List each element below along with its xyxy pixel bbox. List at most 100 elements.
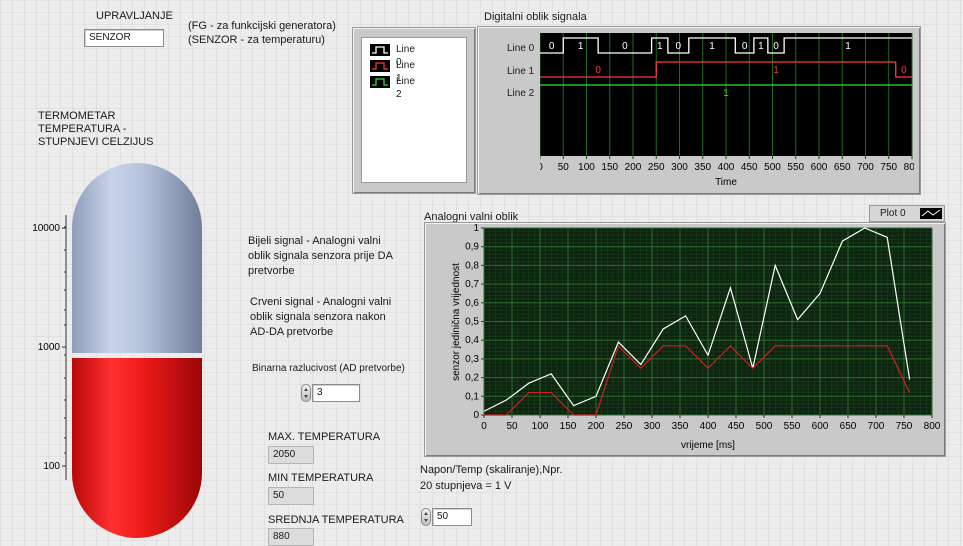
digital-line0-label: Line 0: [507, 43, 535, 54]
digital-legend: Line 0 Line 1 Line 2: [361, 37, 467, 183]
digital-line-0-value: 0: [676, 41, 682, 52]
digital-line-0-value: 0: [773, 41, 779, 52]
digital-line-0-value: 1: [709, 41, 715, 52]
thermometer-empty-region: [72, 163, 202, 353]
digital-x-tick-label: 100: [578, 162, 595, 173]
scaling-label-1: Napon/Temp (skaliranje),Npr.: [420, 464, 563, 476]
analog-y-tick-label: 1: [473, 223, 479, 234]
analog-y-tick-label: 0,4: [465, 335, 479, 346]
min-temp-label: MIN TEMPERATURA: [268, 472, 374, 484]
digital-line-1-value: 0: [595, 65, 601, 76]
digital-x-tick-label: 200: [625, 162, 642, 173]
thermometer-fill: [72, 358, 202, 538]
analog-x-tick-label: 550: [784, 421, 801, 432]
scaling-spinner-icon[interactable]: [421, 508, 431, 526]
analog-y-tick-label: 0,3: [465, 354, 479, 365]
analog-x-tick-label: 750: [896, 421, 913, 432]
avg-temp-label: SREDNJA TEMPERATURA: [268, 514, 404, 526]
digital-line-0-value: 0: [622, 41, 628, 52]
analog-x-tick-label: 100: [532, 421, 549, 432]
red-signal-desc-1: Crveni signal - Analogni valni: [250, 296, 392, 308]
analog-graph[interactable]: 0 50 100 150 200 250 300 350 400 450 500 550 600 650 7…: [424, 222, 946, 457]
analog-y-tick-label: 0,8: [465, 260, 479, 271]
min-temp-value: 50: [268, 487, 314, 505]
avg-temp-value: 880: [268, 528, 314, 546]
analog-x-tick-label: 700: [868, 421, 885, 432]
resolution-spinner-icon[interactable]: [301, 384, 311, 402]
analog-x-tick-label: 800: [924, 421, 941, 432]
white-signal-desc-3: pretvorbe: [248, 265, 295, 277]
analog-x-tick-label: 0: [481, 421, 487, 432]
white-signal-desc-1: Bijeli signal - Analogni valni: [248, 235, 381, 247]
digital-x-tick-label: 700: [857, 162, 874, 173]
analog-x-tick-label: 600: [812, 421, 829, 432]
digital-x-tick-label: 500: [764, 162, 781, 173]
digital-x-tick-label: 50: [558, 162, 570, 173]
analog-y-tick-label: 0,2: [465, 373, 479, 384]
analog-x-tick-label: 300: [644, 421, 661, 432]
thermometer-tick-label: 10000: [32, 223, 60, 234]
scaling-label-2: 20 stupnjeva = 1 V: [420, 480, 512, 492]
analog-x-tick-label: 350: [672, 421, 689, 432]
resolution-label: Binarna razlucivost (AD pretvorbe): [252, 363, 405, 374]
digital-line1-label: Line 1: [507, 66, 535, 77]
analog-y-tick-label: 0,6: [465, 298, 479, 309]
white-signal-desc-2: oblik signala senzora prije DA: [248, 250, 393, 262]
digital-line-0-value: 1: [845, 41, 851, 52]
digital-line-0-value: 1: [657, 41, 663, 52]
digital-wave-icon: [370, 60, 390, 72]
analog-y-tick-label: 0,1: [465, 391, 479, 402]
digital-graph[interactable]: 01010101010101 0501001502002503003504004…: [540, 33, 914, 191]
red-signal-desc-2: oblik signala senzora nakon: [250, 311, 386, 323]
digital-wave-icon: [370, 76, 390, 88]
digital-x-tick-label: 350: [694, 162, 711, 173]
analog-x-tick-label: 400: [700, 421, 717, 432]
max-temp-label: MAX. TEMPERATURA: [268, 431, 381, 443]
digital-legend-frame: Line 0 Line 1 Line 2: [352, 27, 476, 194]
max-temp-value: 2050: [268, 446, 314, 464]
digital-x-tick-label: 250: [648, 162, 665, 173]
digital-x-tick-label: 550: [787, 162, 804, 173]
digital-x-tick-label: 400: [718, 162, 735, 173]
red-signal-desc-3: AD-DA pretvorbe: [250, 326, 334, 338]
digital-graph-title: Digitalni oblik signala: [484, 11, 587, 23]
control-label: UPRAVLJANJE: [96, 10, 173, 22]
plot-legend[interactable]: Plot 0: [869, 205, 945, 222]
analog-y-tick-label: 0: [473, 410, 479, 421]
thermometer-title-2: TEMPERATURA -: [38, 123, 127, 135]
digital-line-2-value: 1: [723, 88, 729, 99]
analog-x-tick-label: 500: [756, 421, 773, 432]
analog-y-tick-label: 0,9: [465, 242, 479, 253]
analog-x-tick-label: 50: [506, 421, 518, 432]
analog-x-tick-label: 150: [560, 421, 577, 432]
digital-line-0-value: 1: [578, 41, 584, 52]
control-hint-senzor: (SENZOR - za temperaturu): [188, 34, 325, 46]
digital-x-tick-label: 650: [834, 162, 851, 173]
analog-x-tick-label: 450: [728, 421, 745, 432]
digital-line-1-value: 0: [901, 65, 907, 76]
analog-y-axis-label: senzor jedinična vrijednost: [451, 263, 462, 381]
digital-x-tick-label: 750: [880, 162, 897, 173]
plot-line-icon: [920, 208, 942, 219]
digital-x-tick-label: 450: [741, 162, 758, 173]
digital-line-0-value: 0: [742, 41, 748, 52]
scaling-input[interactable]: 50: [432, 508, 472, 526]
analog-y-tick-label: 0,5: [465, 317, 479, 328]
analog-x-tick-label: 650: [840, 421, 857, 432]
digital-line2-label: Line 2: [507, 88, 535, 99]
digital-line-0-value: 1: [758, 41, 764, 52]
thermometer-title-1: TERMOMETAR: [38, 110, 116, 122]
control-input[interactable]: SENZOR: [84, 29, 164, 47]
analog-x-tick-label: 200: [588, 421, 605, 432]
resolution-input[interactable]: 3: [312, 384, 360, 402]
analog-x-axis-label: vrijeme [ms]: [681, 440, 735, 451]
digital-x-tick-label: 800: [904, 162, 914, 173]
thermometer-tick-label: 100: [43, 461, 60, 472]
analog-y-tick-label: 0,7: [465, 279, 479, 290]
digital-x-axis-label: Time: [715, 177, 737, 188]
thermometer[interactable]: 10000 1000 100: [20, 160, 210, 545]
thermometer-title-3: STUPNJEVI CELZIJUS: [38, 136, 154, 148]
control-hint-fg: (FG - za funkcijski generatora): [188, 20, 336, 32]
digital-x-tick-label: 150: [601, 162, 618, 173]
thermometer-tick-label: 1000: [38, 342, 61, 353]
